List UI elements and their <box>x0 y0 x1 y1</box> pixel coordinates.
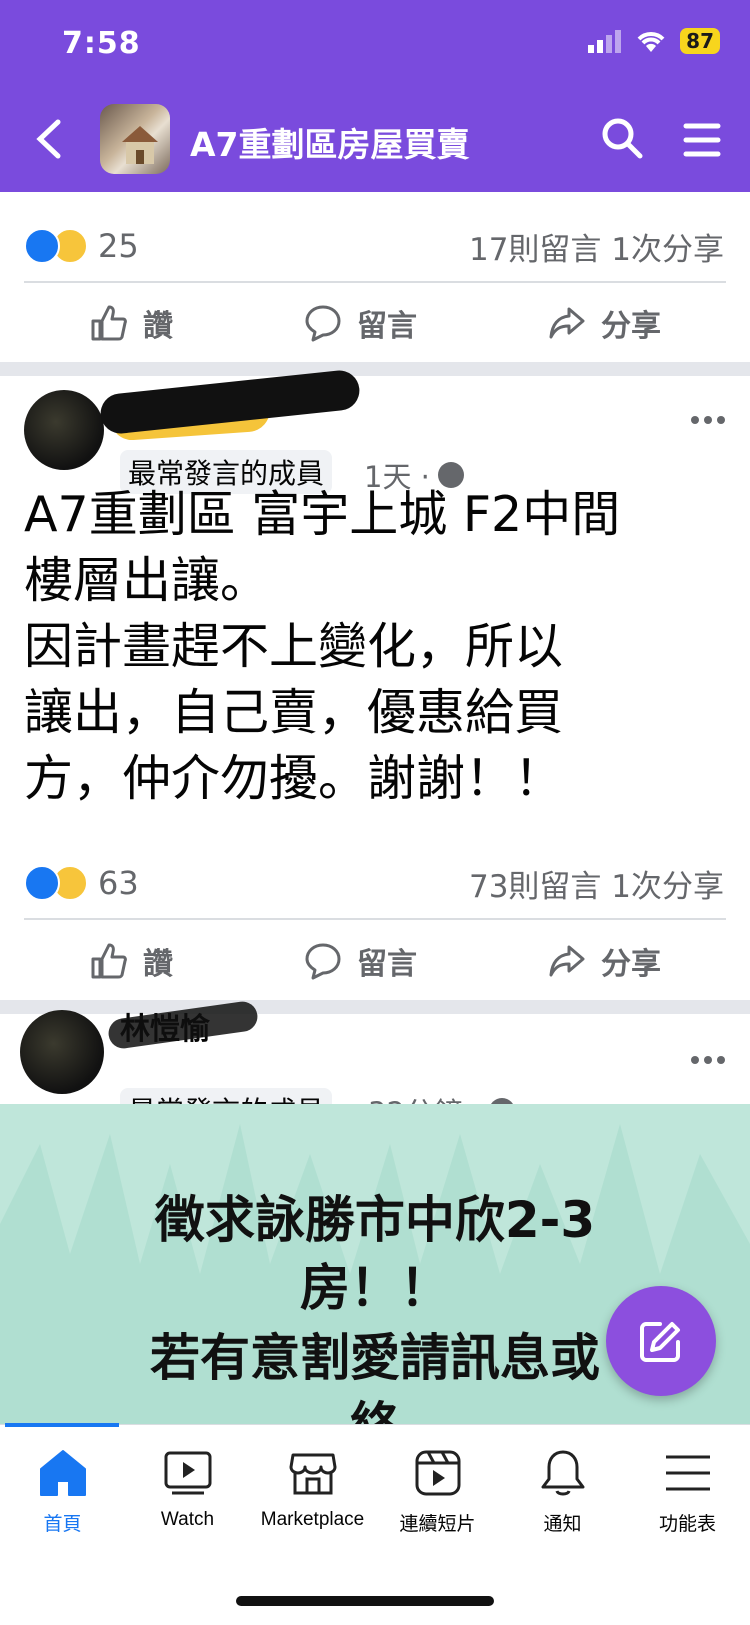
image-text-line: 徵求詠勝市中欣2-3 <box>154 1191 596 1249</box>
more-options-icon[interactable] <box>690 1054 726 1066</box>
like-label: 讚 <box>143 947 173 982</box>
home-icon <box>39 1450 86 1496</box>
tab-home[interactable]: 首頁 <box>0 1447 125 1536</box>
comment-label: 留言 <box>357 947 417 982</box>
bottom-tab-bar: 首頁 Watch Marketplace 連續短片 通知 功能表 <box>0 1423 750 1625</box>
group-header: 7:58 87 A7重劃區房屋買賣 <box>0 0 750 192</box>
bell-icon <box>541 1450 584 1496</box>
share-label: 分享 <box>601 309 661 344</box>
watch-icon <box>164 1451 211 1495</box>
post-stats: 63 73則留言 1次分享 <box>24 858 724 908</box>
status-time: 7:58 <box>62 26 141 61</box>
group-avatar[interactable] <box>100 104 170 174</box>
marketplace-icon <box>289 1453 336 1495</box>
tab-reels[interactable]: 連續短片 <box>375 1447 500 1536</box>
image-text-line: 終 <box>0 1394 750 1424</box>
thumbs-up-icon <box>91 305 127 341</box>
reaction-summary[interactable]: 63 <box>24 864 139 902</box>
reels-icon <box>415 1450 460 1496</box>
post-stats: 25 17則留言 1次分享 <box>24 221 724 271</box>
tab-label: Marketplace <box>260 1509 365 1530</box>
share-label: 分享 <box>601 947 661 982</box>
battery-indicator: 87 <box>680 28 720 54</box>
post-action-bar: 讚 留言 分享 <box>24 926 726 996</box>
signal-icon <box>588 30 622 53</box>
search-icon[interactable] <box>600 116 644 160</box>
tab-label: Watch <box>160 1509 215 1530</box>
comment-share-count[interactable]: 73則留言 1次分享 <box>469 861 724 906</box>
comment-button[interactable]: 留言 <box>303 301 417 345</box>
tab-label: 連續短片 <box>399 1514 476 1535</box>
like-reaction-icon <box>24 228 60 264</box>
group-title[interactable]: A7重劃區房屋買賣 <box>190 118 470 166</box>
compose-post-button[interactable] <box>606 1286 716 1396</box>
reaction-summary[interactable]: 25 <box>24 227 139 265</box>
reaction-count: 25 <box>98 227 139 265</box>
thumbs-up-icon <box>91 943 127 979</box>
back-arrow-icon[interactable] <box>30 118 66 160</box>
post-separator <box>0 362 750 376</box>
share-arrow-icon <box>549 945 585 977</box>
edit-pencil-icon <box>640 1322 680 1362</box>
tab-label: 通知 <box>543 1514 582 1535</box>
comment-bubble-icon <box>305 943 341 980</box>
post-body[interactable]: A7重劃區 富宇上城 F2中間 樓層出讓。 因計畫趕不上變化，所以 讓出，自己賣… <box>24 482 730 812</box>
tab-notifications[interactable]: 通知 <box>500 1447 625 1536</box>
tab-watch[interactable]: Watch <box>125 1447 250 1531</box>
hamburger-menu-icon[interactable] <box>682 120 722 160</box>
reaction-count: 63 <box>98 864 139 902</box>
author-avatar[interactable] <box>24 390 104 470</box>
tab-menu[interactable]: 功能表 <box>625 1447 750 1536</box>
tab-label: 首頁 <box>43 1514 82 1535</box>
comment-bubble-icon <box>305 305 341 342</box>
divider <box>24 918 726 920</box>
like-label: 讚 <box>143 309 173 344</box>
post-action-bar: 讚 留言 分享 <box>24 288 726 358</box>
tab-marketplace[interactable]: Marketplace <box>250 1447 375 1531</box>
tab-label: 功能表 <box>658 1514 716 1535</box>
post-separator <box>0 1000 750 1014</box>
author-avatar[interactable] <box>20 1010 104 1094</box>
status-icons: 87 <box>588 28 720 54</box>
comment-share-count[interactable]: 17則留言 1次分享 <box>469 224 724 269</box>
menu-icon <box>665 1455 710 1491</box>
house-image <box>122 126 158 164</box>
comment-button[interactable]: 留言 <box>303 939 417 983</box>
share-button[interactable]: 分享 <box>547 939 661 983</box>
wifi-icon <box>637 32 665 52</box>
like-button[interactable]: 讚 <box>89 301 173 345</box>
share-arrow-icon <box>549 307 585 339</box>
divider <box>24 281 726 283</box>
like-reaction-icon <box>24 865 60 901</box>
active-tab-indicator <box>5 1423 119 1427</box>
comment-label: 留言 <box>357 309 417 344</box>
home-indicator[interactable] <box>236 1596 494 1606</box>
share-button[interactable]: 分享 <box>547 301 661 345</box>
more-options-icon[interactable] <box>690 414 726 426</box>
like-button[interactable]: 讚 <box>89 939 173 983</box>
